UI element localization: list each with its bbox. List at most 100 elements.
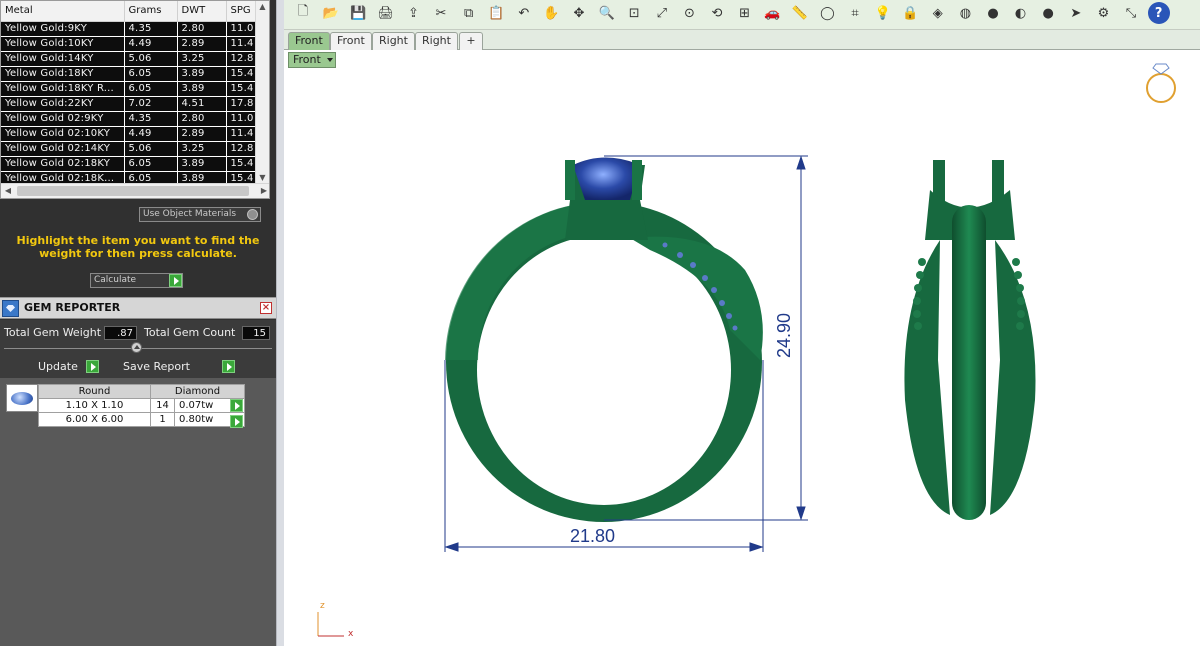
metal-cell-spg: 17.8	[226, 96, 257, 112]
calculate-go-icon[interactable]	[169, 274, 182, 287]
cursor-icon[interactable]: ➤	[1065, 2, 1087, 24]
gem-reporter-body: Total Gem Weight .87 Total Gem Count 15 …	[0, 320, 276, 378]
scroll-right-icon[interactable]: ▶	[257, 184, 269, 198]
color-wheel-icon[interactable]: ◍	[954, 2, 976, 24]
rotate-view-icon[interactable]: ⟲	[706, 2, 728, 24]
ring-side-view[interactable]	[904, 160, 1036, 520]
metal-cell-metal: Yellow Gold 02:18KY	[1, 156, 125, 172]
gem-row[interactable]: 6.00 X 6.00 1 0.80tw	[38, 412, 245, 427]
save-report-go-icon[interactable]	[222, 360, 235, 373]
gem-row[interactable]: 1.10 X 1.10 14 0.07tw	[38, 398, 245, 413]
metal-cell-spg: 11.4	[226, 36, 257, 52]
metal-cell-dwt: 3.89	[177, 81, 227, 97]
metal-cell-grams: 6.05	[124, 81, 178, 97]
metal-table-row[interactable]: Yellow Gold:22KY 7.02 4.51 17.8	[1, 96, 257, 112]
axis-indicator	[317, 612, 344, 637]
add-tab-icon[interactable]: +	[459, 32, 483, 50]
metal-cell-grams: 4.49	[124, 126, 178, 142]
tab-front-1[interactable]: Front	[288, 32, 330, 50]
tab-front-2[interactable]: Front	[330, 32, 372, 50]
toggle-knob-icon[interactable]	[247, 209, 258, 220]
column-header-grams[interactable]: Grams	[124, 1, 178, 22]
metal-table-row[interactable]: Yellow Gold 02:18KY 6.05 3.89 15.4	[1, 156, 257, 172]
gem-row-go-icon[interactable]	[230, 399, 243, 412]
export-icon[interactable]: ⇪	[402, 2, 424, 24]
calculate-label: Calculate	[94, 275, 137, 285]
metal-cell-spg: 15.4	[226, 156, 257, 172]
ring-front-view[interactable]	[445, 157, 763, 523]
tab-right-1[interactable]: Right	[372, 32, 415, 50]
metal-table-row[interactable]: Yellow Gold 02:9KY 4.35 2.80 11.0	[1, 111, 257, 127]
car-icon[interactable]: 🚗	[761, 2, 783, 24]
horizontal-scroll-thumb[interactable]	[17, 186, 249, 196]
metal-table-row[interactable]: Yellow Gold:9KY 4.35 2.80 11.0	[1, 21, 257, 37]
undo-icon[interactable]: ↶	[513, 2, 535, 24]
open-folder-icon[interactable]: 📂	[320, 2, 342, 24]
use-object-materials-toggle[interactable]: Use Object Materials	[139, 207, 261, 222]
metal-table-horizontal-scrollbar[interactable]: ◀ ▶	[1, 183, 269, 198]
panel-splitter[interactable]	[276, 0, 284, 646]
zoom-selected-icon[interactable]: ⊙	[678, 2, 700, 24]
use-object-materials-label: Use Object Materials	[143, 209, 237, 219]
update-button[interactable]: Update	[38, 360, 78, 373]
gem-row-go-icon[interactable]	[230, 415, 243, 428]
left-panel: Metal Grams DWT SPG Yellow Gold:9KY 4.35 2…	[0, 0, 276, 646]
gem-size: 1.10 X 1.10	[38, 398, 151, 413]
material-sphere-icon[interactable]: ◐	[1010, 2, 1032, 24]
update-go-icon[interactable]	[86, 360, 99, 373]
metal-table-row[interactable]: Yellow Gold:18KY 6.05 3.89 15.4	[1, 66, 257, 82]
metal-cell-dwt: 2.89	[177, 36, 227, 52]
move-icon[interactable]: ✥	[568, 2, 590, 24]
zoom-window-icon[interactable]: ⊡	[623, 2, 645, 24]
gem-reporter-title: GEM REPORTER	[24, 301, 121, 314]
metal-table-row[interactable]: Yellow Gold 02:14KY 5.06 3.25 12.8	[1, 141, 257, 157]
metal-cell-grams: 4.49	[124, 36, 178, 52]
metal-table-row[interactable]: Yellow Gold:14KY 5.06 3.25 12.8	[1, 51, 257, 67]
column-header-dwt[interactable]: DWT	[177, 1, 227, 22]
settings-icon[interactable]: ⚙	[1092, 2, 1114, 24]
metal-table-row[interactable]: Yellow Gold:10KY 4.49 2.89 11.4	[1, 36, 257, 52]
new-file-icon[interactable]: 🗋	[292, 2, 314, 24]
gem-reporter-header: GEM REPORTER ×	[0, 297, 276, 319]
metal-table-vertical-scrollbar[interactable]: ▲ ▼	[255, 1, 269, 184]
metal-table: Metal Grams DWT SPG Yellow Gold:9KY 4.35 2…	[1, 1, 257, 187]
metal-table-row[interactable]: Yellow Gold:18KY R... 6.05 3.89 15.4	[1, 81, 257, 97]
close-icon[interactable]: ×	[260, 302, 272, 314]
circle-icon[interactable]: ◯	[816, 2, 838, 24]
paste-icon[interactable]: 📋	[485, 2, 507, 24]
column-header-spg[interactable]: SPG	[226, 1, 257, 22]
metal-cell-grams: 7.02	[124, 96, 178, 112]
collapse-arrow-icon[interactable]	[131, 342, 142, 353]
save-report-button[interactable]: Save Report	[123, 360, 190, 373]
light-icon[interactable]: 💡	[872, 2, 894, 24]
viewport-grid-icon[interactable]: ⊞	[734, 2, 756, 24]
metal-cell-dwt: 3.89	[177, 66, 227, 82]
main-toolbar: 🗋 📂 💾 🖨 ⇪ ✂ ⧉ 📋 ↶ ✋ ✥ 🔍 ⊡ ⤢ ⊙ ⟲ ⊞ 🚗 📏 ◯ ⌗ 💡 🔒 ◈ ◍ ● ◐ ● ➤ ⚙ ⤡?	[284, 0, 1200, 30]
save-icon[interactable]: 💾	[347, 2, 369, 24]
zoom-extents-icon[interactable]: ⤢	[651, 2, 673, 24]
print-icon[interactable]: 🖨	[375, 2, 397, 24]
ruler-icon[interactable]: 📏	[789, 2, 811, 24]
sphere-icon[interactable]: ●	[982, 2, 1004, 24]
column-header-metal[interactable]: Metal	[1, 1, 125, 22]
total-gem-count-label: Total Gem Count	[144, 326, 236, 339]
zoom-icon[interactable]: 🔍	[596, 2, 618, 24]
lock-icon[interactable]: 🔒	[899, 2, 921, 24]
metal-cell-metal: Yellow Gold:10KY	[1, 36, 125, 52]
resize-icon[interactable]: ⤡	[1120, 2, 1142, 24]
scroll-up-icon[interactable]: ▲	[256, 1, 269, 13]
metal-table-row[interactable]: Yellow Gold 02:10KY 4.49 2.89 11.4	[1, 126, 257, 142]
render-sphere-icon[interactable]: ●	[1037, 2, 1059, 24]
cut-icon[interactable]: ✂	[430, 2, 452, 24]
copy-icon[interactable]: ⧉	[458, 2, 480, 24]
metal-cell-dwt: 3.89	[177, 156, 227, 172]
help-icon[interactable]: ?	[1147, 2, 1170, 24]
tab-right-2[interactable]: Right	[415, 32, 458, 50]
total-gem-weight-label: Total Gem Weight	[4, 326, 102, 339]
scroll-left-icon[interactable]: ◀	[1, 184, 15, 198]
layer-icon[interactable]: ◈	[927, 2, 949, 24]
gem-table: Round Diamond 1.10 X 1.10 14 0.07tw 6.00…	[38, 384, 245, 427]
snap-icon[interactable]: ⌗	[844, 2, 866, 24]
pan-hand-icon[interactable]: ✋	[540, 2, 562, 24]
ring-thumbnail-icon	[1146, 63, 1176, 103]
